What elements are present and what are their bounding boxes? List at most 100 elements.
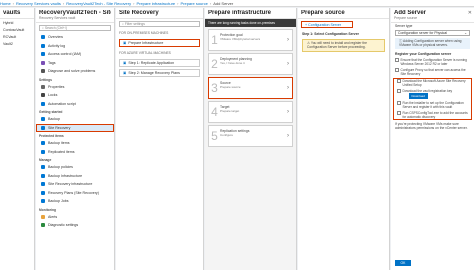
- step-icon: ▣: [123, 61, 127, 65]
- vault-menu-blade: RecoveryVault2Tech - Site Recovery Recov…: [36, 8, 115, 270]
- sidebar-item-label: Site Recovery infrastructure: [48, 182, 93, 187]
- register-step: Run the installer to set up the Configur…: [393, 100, 472, 110]
- step-status: VMware VMs/physical servers: [220, 37, 261, 41]
- sidebar-item-site-recovery[interactable]: Site Recovery: [36, 123, 114, 132]
- sidebar-item-label: Diagnose and solve problems: [48, 69, 96, 74]
- sidebar-item-properties[interactable]: Properties: [36, 83, 114, 92]
- vault-search-placeholder: Search (Ctrl+/): [44, 26, 67, 30]
- people-icon: [41, 52, 45, 57]
- vault-list-item[interactable]: Hybrid: [0, 19, 34, 26]
- site-recovery-search-placeholder: Filter settings: [124, 22, 146, 26]
- vault-list-item[interactable]: Vault2: [0, 40, 34, 47]
- sidebar-item-overview[interactable]: Overview: [36, 33, 114, 42]
- plan-icon: [41, 190, 45, 195]
- sidebar-item-backup-items[interactable]: Backup items: [36, 139, 114, 148]
- step-status: Prepare target: [220, 109, 240, 113]
- step-number: 1: [211, 33, 218, 47]
- manage-section-label: Manage: [39, 158, 52, 162]
- checkbox-icon: [395, 58, 399, 62]
- add-configuration-server-label: + Configuration Server: [305, 22, 342, 27]
- sidebar-item-automation-script[interactable]: Automation script: [36, 100, 114, 109]
- step-card[interactable]: 5 Replication settings Configure ›: [208, 125, 293, 147]
- register-step-text: Configure Proxy so that server can acces…: [400, 67, 466, 76]
- ok-button[interactable]: OK: [395, 260, 411, 266]
- chevron-down-icon: ⌄: [464, 31, 467, 35]
- step-icon: ▣: [123, 41, 127, 45]
- sidebar-item-activity-log[interactable]: Activity log: [36, 42, 114, 51]
- vault-subtitle: Recovery Services vault: [39, 16, 76, 20]
- close-icon[interactable]: ✕: [468, 10, 472, 16]
- sidebar-item-locks[interactable]: Locks: [36, 91, 114, 100]
- replicate-application-button[interactable]: ▣ Step 1: Replicate Application: [119, 59, 200, 67]
- sidebar-item-backup[interactable]: Backup: [36, 115, 114, 124]
- vault-nav-main: Overview Activity log Access control (IAM)…: [36, 33, 114, 76]
- breadcrumb-vaults[interactable]: Recovery Services vaults ›: [16, 1, 66, 6]
- chevron-right-icon: ›: [287, 61, 289, 67]
- sidebar-item-diagnostic-settings[interactable]: Diagnostic settings: [36, 221, 114, 230]
- breadcrumb-home[interactable]: Home ›: [0, 1, 16, 6]
- step-card[interactable]: 3 Source Prepare source ›: [208, 77, 293, 99]
- add-configuration-server-button[interactable]: + Configuration Server: [301, 21, 353, 28]
- breadcrumb-vault[interactable]: RecoveryVault2Tech - Site Recovery ›: [66, 1, 136, 6]
- vaults-title: vaults: [3, 10, 21, 16]
- site-recovery-search-input[interactable]: ⌕ Filter settings: [119, 21, 200, 27]
- step-number: 3: [211, 81, 218, 95]
- site-recovery-icon: [41, 125, 45, 130]
- breadcrumb-prepare-infra[interactable]: Prepare infrastructure ›: [136, 1, 180, 6]
- register-step-text: Download the Microsoft Azure Site Recove…: [402, 78, 466, 87]
- add-server-blade: Add Server Prepare source ✕ Server type …: [391, 8, 474, 270]
- sidebar-item-label: Backup: [48, 117, 60, 122]
- sidebar-item-label: Activity log: [48, 43, 66, 48]
- step-status: Prepare source: [220, 85, 241, 89]
- infra2-icon: [41, 182, 45, 187]
- manage-recovery-plans-label: Step 2: Manage Recovery Plans: [128, 71, 180, 75]
- sidebar-item-backup-jobs[interactable]: Backup Jobs: [36, 197, 114, 206]
- sidebar-item-site-recovery-infrastructure[interactable]: Site Recovery infrastructure: [36, 180, 114, 189]
- vault-list-item[interactable]: RCVault: [0, 33, 34, 40]
- site-recovery-header: Site Recovery: [116, 8, 203, 19]
- step-number: 2: [211, 57, 218, 71]
- download-button[interactable]: Download: [408, 92, 428, 99]
- vault-list-item[interactable]: ContosoVault: [0, 26, 34, 33]
- diag-icon: [41, 223, 45, 228]
- sidebar-item-backup-infrastructure[interactable]: Backup Infrastructure: [36, 172, 114, 181]
- register-step: Download the vault registration key Downl…: [393, 88, 472, 100]
- manage-recovery-plans-button[interactable]: ▣ Step 2: Manage Recovery Plans: [119, 69, 200, 77]
- step-card[interactable]: 4 Target Prepare target ›: [208, 101, 293, 123]
- sidebar-item-tags[interactable]: Tags: [36, 59, 114, 68]
- sidebar-item-recovery-plans-site-recovery[interactable]: Recovery Plans (Site Recovery): [36, 189, 114, 198]
- sidebar-item-access-control-iam[interactable]: Access control (IAM): [36, 50, 114, 59]
- sidebar-item-alerts[interactable]: Alerts: [36, 213, 114, 222]
- vaults-header: vaults: [0, 8, 34, 19]
- vault-nav-settings: Properties Locks Automation script: [36, 83, 114, 109]
- vault-header: RecoveryVault2Tech - Site Recovery Recov…: [36, 8, 114, 23]
- backup-items-icon: [41, 141, 45, 146]
- register-step-text: Run CSPSConfigTool.exe to add the accoun…: [402, 110, 468, 119]
- register-step-body: Configure Proxy so that server can acces…: [401, 68, 471, 76]
- register-step-body: Ensure that the Configuration Server is …: [401, 58, 471, 66]
- breadcrumb-prepare-source[interactable]: Prepare source ›: [180, 1, 213, 6]
- prepare-source-header: Prepare source: [298, 8, 389, 19]
- server-type-select[interactable]: Configuration server for Physical ⌄: [395, 30, 470, 36]
- sidebar-item-label: Backup Jobs: [48, 199, 69, 204]
- vault-nav-monitoring: Alerts Diagnostic settings: [36, 213, 114, 230]
- checkbox-icon: [397, 89, 401, 93]
- properties-icon: [41, 84, 45, 89]
- sidebar-item-backup-policies[interactable]: Backup policies: [36, 163, 114, 172]
- chevron-right-icon: ›: [287, 37, 289, 43]
- step-card[interactable]: 1 Protection goal VMware VMs/physical serv…: [208, 29, 293, 51]
- vault-search-input[interactable]: ⌕ Search (Ctrl+/): [39, 25, 111, 31]
- select-config-server-step: Step 1: Select Configuration Server: [302, 32, 359, 36]
- sidebar-item-label: Backup Infrastructure: [48, 173, 83, 178]
- step-icon: ▣: [123, 71, 127, 75]
- register-step: Run CSPSConfigTool.exe to add the accoun…: [393, 110, 472, 120]
- step-card[interactable]: 2 Deployment planning Yes, I have done it ›: [208, 53, 293, 75]
- config-server-warning-text: You will need to install and register th…: [307, 41, 367, 50]
- sidebar-item-diagnose-and-solve-problems[interactable]: Diagnose and solve problems: [36, 67, 114, 76]
- step-status: Configure: [220, 133, 234, 137]
- prepare-infrastructure-button[interactable]: ▣ Prepare Infrastructure: [119, 39, 200, 47]
- prepare-infra-title: Prepare infrastructure: [208, 10, 272, 16]
- replicate-application-label: Step 1: Replicate Application: [128, 61, 175, 65]
- sidebar-item-replicated-items[interactable]: Replicated items: [36, 148, 114, 157]
- register-steps: Ensure that the Configuration Server is …: [391, 57, 474, 120]
